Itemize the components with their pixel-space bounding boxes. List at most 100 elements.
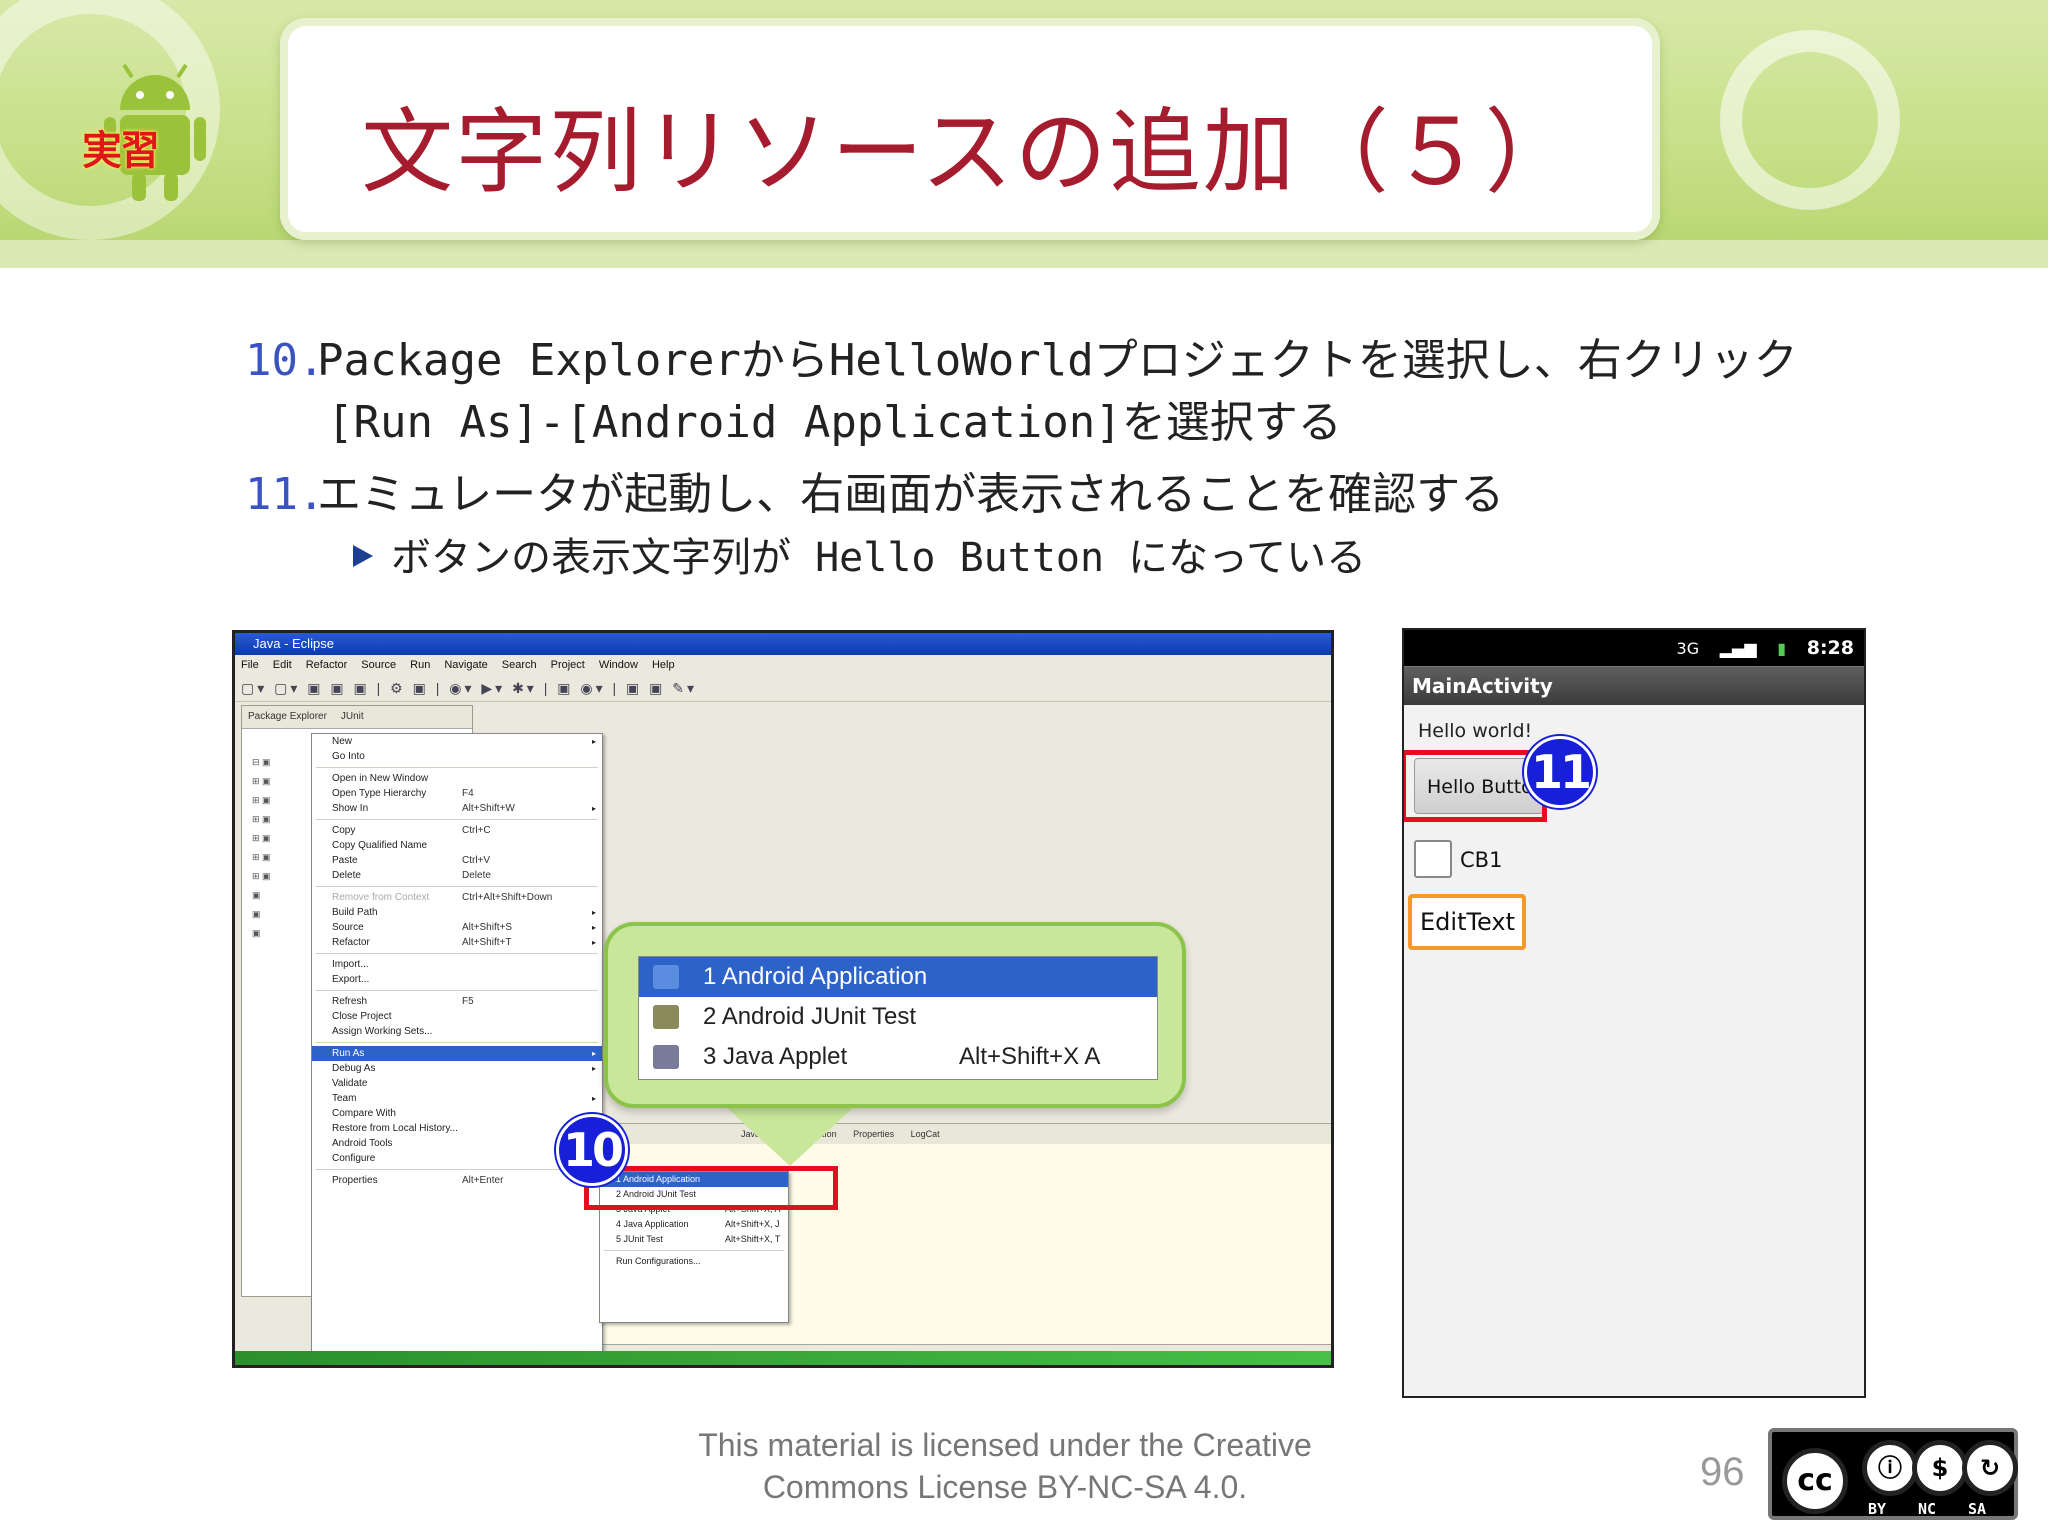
android-app-icon [653, 965, 679, 989]
edit-text-field[interactable]: EditText [1408, 894, 1526, 950]
menu-source[interactable]: Source [361, 659, 396, 671]
run-as-item[interactable]: 4 Java Application Alt+Shift+X, J [600, 1217, 788, 1232]
step-11-badge: 11 [1524, 736, 1596, 808]
menu-search[interactable]: Search [502, 659, 537, 671]
context-menu-item[interactable]: Open Type Hierarchy F4 [312, 786, 602, 801]
menu-item-shortcut: Alt+Shift+X, J [725, 1219, 780, 1229]
sa-label: SA [1968, 1500, 1987, 1518]
menu-run[interactable]: Run [410, 659, 430, 671]
menu-edit[interactable]: Edit [273, 659, 292, 671]
context-menu-item[interactable]: Validate [312, 1076, 602, 1091]
magnified-menu-item[interactable]: 3 Java Applet Alt+Shift+X A [639, 1037, 1157, 1077]
status-bar: 3G ▂▄▆ ▮ 8:28 [1404, 630, 1864, 666]
taskbar [235, 1351, 1331, 1365]
menu-item-label: Delete [332, 870, 361, 881]
step-text: Package ExplorerからHelloWorldプロジェクトを選択し、右… [317, 335, 1798, 386]
context-menu-item[interactable]: Copy Qualified Name [312, 838, 602, 853]
submenu-arrow-icon: ▸ [591, 1064, 596, 1073]
magnified-menu-item[interactable]: 1 Android Application [639, 957, 1157, 997]
hello-text: Hello world! [1418, 720, 1533, 742]
menu-help[interactable]: Help [652, 659, 675, 671]
menu-separator [316, 1169, 598, 1170]
step-10-badge: 10 [556, 1114, 628, 1186]
gear-decoration-right [1720, 30, 1900, 210]
clock: 8:28 [1806, 637, 1854, 659]
battery-icon: ▮ [1777, 639, 1787, 658]
context-menu-item[interactable]: Remove from Context Ctrl+Alt+Shift+Down [312, 890, 602, 905]
menu-separator [604, 1250, 784, 1251]
cc-icon: cc [1782, 1448, 1848, 1514]
explorer-tabs: Package Explorer JUnit [242, 706, 472, 729]
menu-separator [316, 767, 598, 768]
eclipse-toolbar: ▢▾ ▢▾ ▣ ▣ ▣ | ⚙ ▣ | ◉▾ ▶▾ ✱▾ | ▣ ◉▾ | ▣ … [235, 675, 1331, 702]
context-menu-item[interactable]: New ▸ [312, 734, 602, 749]
context-menu-item[interactable]: Go Into [312, 749, 602, 764]
applet-icon [653, 1045, 679, 1069]
network-icon: 3G [1676, 639, 1700, 658]
menu-item-label: New [332, 736, 353, 747]
menu-item-label: Debug As [332, 1063, 376, 1074]
context-menu-item[interactable]: Debug As ▸ [312, 1061, 602, 1076]
context-menu-item[interactable]: Assign Working Sets... [312, 1024, 602, 1039]
license-line-2: Commons License BY-NC-SA 4.0. [762, 1469, 1248, 1505]
context-menu-item[interactable]: Run As ▸ [312, 1046, 602, 1061]
menu-item-label: Source [332, 922, 364, 933]
menu-separator [316, 953, 598, 954]
menu-refactor[interactable]: Refactor [306, 659, 348, 671]
context-menu-item[interactable]: Properties Alt+Enter [312, 1173, 602, 1188]
menu-file[interactable]: File [241, 659, 259, 671]
menu-item-shortcut: Ctrl+Alt+Shift+Down [462, 892, 553, 903]
magnified-callout: 1 Android Application 2 Android JUnit Tes… [604, 922, 1186, 1108]
context-menu-item[interactable]: Show In Alt+Shift+W ▸ [312, 801, 602, 816]
menu-item-label: Open in New Window [332, 773, 429, 784]
menu-item-label: Close Project [332, 1011, 392, 1022]
context-menu-item[interactable]: Source Alt+Shift+S ▸ [312, 920, 602, 935]
by-label: BY [1868, 1500, 1887, 1518]
submenu-arrow-icon: ▸ [591, 1049, 596, 1058]
run-as-item[interactable]: Run Configurations... [600, 1254, 788, 1269]
submenu-arrow-icon: ▸ [591, 737, 596, 746]
menu-item-label: Team [332, 1093, 357, 1104]
magnified-menu-item[interactable]: 2 Android JUnit Test [639, 997, 1157, 1037]
cb1-checkbox[interactable] [1414, 840, 1452, 878]
menu-item-label: Open Type Hierarchy [332, 788, 427, 799]
context-menu-item[interactable]: Compare With▸ [312, 1106, 602, 1121]
sub-bullet: ボタンの表示文字列が Hello Button になっている [353, 528, 2025, 588]
menu-item-label: Compare With [332, 1108, 396, 1119]
bottom-tabs: Javadoc Declaration Properties LogCat [591, 1124, 1331, 1144]
tab-logcat[interactable]: LogCat [911, 1129, 940, 1139]
menu-item-label: Run As [332, 1048, 365, 1059]
menu-item-shortcut: F4 [462, 788, 474, 799]
menu-navigate[interactable]: Navigate [444, 659, 487, 671]
context-menu-item[interactable]: Paste Ctrl+V [312, 853, 602, 868]
context-menu-item[interactable]: Open in New Window [312, 771, 602, 786]
run-as-item[interactable]: 5 JUnit Test Alt+Shift+X, T [600, 1232, 788, 1247]
tab-junit[interactable]: JUnit [341, 711, 364, 722]
menu-item-shortcut: Alt+Shift+S [462, 922, 513, 933]
emulator-screenshot: 3G ▂▄▆ ▮ 8:28 MainActivity Hello world! … [1402, 628, 1866, 1398]
step-text: エミュレータが起動し、右画面が表示されることを確認する [317, 469, 1505, 520]
nc-icon: $ [1912, 1440, 1968, 1496]
menu-project[interactable]: Project [551, 659, 585, 671]
context-menu-item[interactable]: Refresh F5 [312, 994, 602, 1009]
menu-item-label: Build Path [332, 907, 378, 918]
context-menu-item[interactable]: Import... [312, 957, 602, 972]
menu-item-label: Remove from Context [332, 892, 430, 903]
app-title-bar: MainActivity [1404, 666, 1864, 705]
slide-title: 文字列リソースの追加（５） [361, 99, 1579, 206]
context-menu-item[interactable]: Refactor Alt+Shift+T ▸ [312, 935, 602, 950]
tab-package-explorer[interactable]: Package Explorer [248, 711, 327, 722]
menu-item-label: Refactor [332, 937, 370, 948]
context-menu-item[interactable]: Copy Ctrl+C [312, 823, 602, 838]
context-menu-item[interactable]: Close Project [312, 1009, 602, 1024]
context-menu-item[interactable]: Build Path ▸ [312, 905, 602, 920]
context-menu-item[interactable]: Team ▸ [312, 1091, 602, 1106]
by-icon: ⓘ [1862, 1440, 1918, 1496]
menu-window[interactable]: Window [599, 659, 638, 671]
context-menu-item[interactable]: Export... [312, 972, 602, 987]
header-banner: 実習 文字列リソースの追加（５） [0, 0, 2048, 268]
context-menu-item[interactable]: Delete Delete [312, 868, 602, 883]
license-text: This material is licensed under the Crea… [640, 1424, 1370, 1508]
step-number: 11. [245, 469, 325, 520]
menu-item-label: 2 Android JUnit Test [703, 1003, 917, 1030]
